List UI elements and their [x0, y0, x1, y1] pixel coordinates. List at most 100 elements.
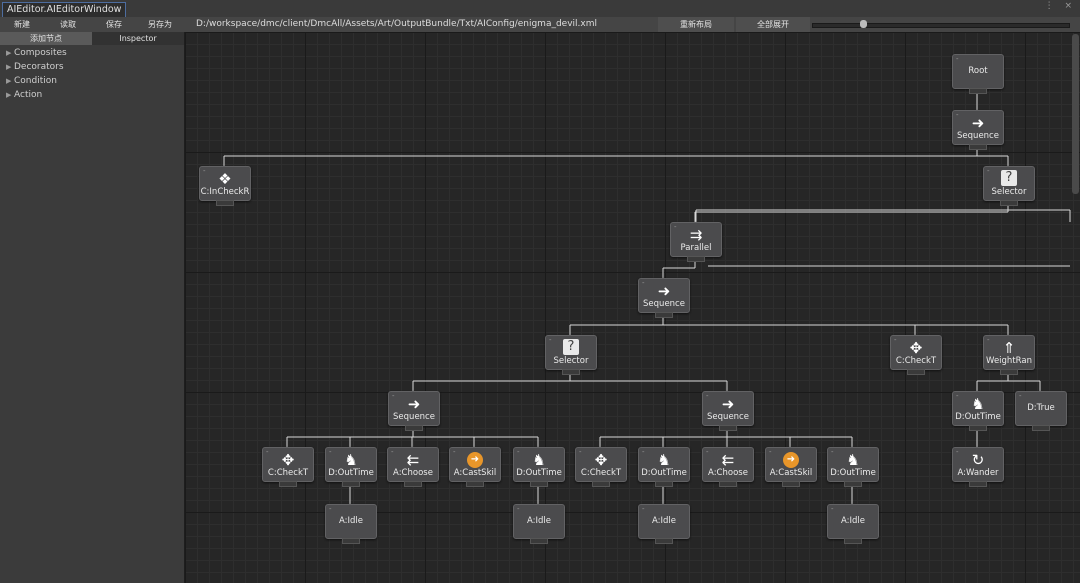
new-button[interactable]: 新建 [0, 17, 44, 32]
node-output-port[interactable] [719, 481, 737, 487]
sidebar-item-action[interactable]: ▶ Action [6, 90, 42, 100]
node-collapse-toggle[interactable]: - [706, 449, 709, 456]
node-output-port[interactable] [404, 481, 422, 487]
node-collapse-toggle[interactable]: - [329, 449, 332, 456]
node-output-port[interactable] [466, 481, 484, 487]
node-collapse-toggle[interactable]: - [1019, 393, 1022, 400]
node-output-port[interactable] [844, 538, 862, 544]
tree-node-seq1[interactable]: - ➜ Sequence [952, 110, 1004, 145]
node-output-port[interactable] [687, 256, 705, 262]
node-collapse-toggle[interactable]: - [987, 168, 990, 175]
node-collapse-toggle[interactable]: - [674, 224, 677, 231]
node-collapse-toggle[interactable]: - [769, 449, 772, 456]
node-output-port[interactable] [530, 538, 548, 544]
node-collapse-toggle[interactable]: - [392, 393, 395, 400]
node-collapse-toggle[interactable]: - [894, 337, 897, 344]
tree-node-dtrue[interactable]: - D:True [1015, 391, 1067, 426]
node-output-port[interactable] [530, 481, 548, 487]
sidebar-item-decorators[interactable]: ▶ Decorators [6, 62, 64, 72]
node-output-port[interactable] [844, 481, 862, 487]
tree-node-outtime1[interactable]: - ♞ D:OutTime [325, 447, 377, 482]
node-output-port[interactable] [969, 425, 987, 431]
node-collapse-toggle[interactable]: - [579, 449, 582, 456]
node-output-port[interactable] [562, 369, 580, 375]
sidebar-item-condition[interactable]: ▶ Condition [6, 76, 57, 86]
node-collapse-toggle[interactable]: - [706, 393, 709, 400]
node-collapse-toggle[interactable]: - [517, 506, 520, 513]
node-output-port[interactable] [592, 481, 610, 487]
sidebar-item-composites[interactable]: ▶ Composites [6, 48, 67, 58]
tree-node-wander[interactable]: - ↻ A:Wander [952, 447, 1004, 482]
node-output-port[interactable] [1032, 425, 1050, 431]
node-collapse-toggle[interactable]: - [956, 112, 959, 119]
expand-all-button[interactable]: 全部展开 [736, 17, 810, 32]
tree-node-root[interactable]: - Root [952, 54, 1004, 89]
tree-node-checkt2[interactable]: - ✥ C:CheckT [262, 447, 314, 482]
tree-node-outtime2[interactable]: - ♞ D:OutTime [513, 447, 565, 482]
save-as-button[interactable]: 另存为 [138, 17, 182, 32]
node-output-port[interactable] [405, 425, 423, 431]
node-output-port[interactable] [655, 481, 673, 487]
tree-node-seq2[interactable]: - ➜ Sequence [638, 278, 690, 313]
node-collapse-toggle[interactable]: - [956, 449, 959, 456]
window-tab[interactable]: AIEditor.AIEditorWindow [2, 2, 127, 18]
window-controls-icon[interactable]: ⋮ × [1045, 1, 1076, 11]
tab-inspector[interactable]: Inspector [92, 32, 184, 45]
node-collapse-toggle[interactable]: - [956, 56, 959, 63]
node-collapse-toggle[interactable]: - [642, 280, 645, 287]
node-output-port[interactable] [655, 312, 673, 318]
node-output-port[interactable] [655, 538, 673, 544]
node-collapse-toggle[interactable]: - [391, 449, 394, 456]
tree-node-outtime_r[interactable]: - ♞ D:OutTime [952, 391, 1004, 426]
tab-add-node[interactable]: 添加节点 [0, 32, 92, 45]
node-collapse-toggle[interactable]: - [549, 337, 552, 344]
tree-node-cast2[interactable]: - ➜ A:CastSkil [765, 447, 817, 482]
node-output-port[interactable] [1000, 369, 1018, 375]
node-collapse-toggle[interactable]: - [956, 393, 959, 400]
tree-node-par1[interactable]: - ⇉ Parallel [670, 222, 722, 257]
node-output-port[interactable] [216, 200, 234, 206]
node-collapse-toggle[interactable]: - [517, 449, 520, 456]
node-collapse-toggle[interactable]: - [987, 337, 990, 344]
node-output-port[interactable] [969, 88, 987, 94]
save-button[interactable]: 保存 [92, 17, 136, 32]
tree-node-seq4[interactable]: - ➜ Sequence [702, 391, 754, 426]
node-output-port[interactable] [342, 481, 360, 487]
tree-node-sel2[interactable]: -? Selector [545, 335, 597, 370]
tree-node-outtime3[interactable]: - ♞ D:OutTime [638, 447, 690, 482]
node-collapse-toggle[interactable]: - [831, 506, 834, 513]
tree-node-idle3[interactable]: - A:Idle [638, 504, 690, 539]
node-output-port[interactable] [1000, 200, 1018, 206]
node-output-port[interactable] [719, 425, 737, 431]
node-output-port[interactable] [279, 481, 297, 487]
node-collapse-toggle[interactable]: - [642, 506, 645, 513]
node-collapse-toggle[interactable]: - [453, 449, 456, 456]
tree-node-choose2[interactable]: - ⇇ A:Choose [702, 447, 754, 482]
node-collapse-toggle[interactable]: - [266, 449, 269, 456]
tree-node-outtime4[interactable]: - ♞ D:OutTime [827, 447, 879, 482]
node-collapse-toggle[interactable]: - [642, 449, 645, 456]
behavior-tree-canvas[interactable]: - Root - ➜ Sequence - ❖ C:InCheckR -? Selector - ⇉ P… [185, 32, 1080, 583]
tree-node-cast1[interactable]: - ➜ A:CastSkil [449, 447, 501, 482]
node-collapse-toggle[interactable]: - [329, 506, 332, 513]
node-output-port[interactable] [782, 481, 800, 487]
tree-node-choose1[interactable]: - ⇇ A:Choose [387, 447, 439, 482]
tree-node-checkr[interactable]: - ❖ C:InCheckR [199, 166, 251, 201]
node-output-port[interactable] [969, 144, 987, 150]
tree-node-idle2[interactable]: - A:Idle [513, 504, 565, 539]
load-button[interactable]: 读取 [46, 17, 90, 32]
vertical-scrollbar[interactable] [1072, 34, 1079, 194]
tree-node-checkt1[interactable]: - ✥ C:CheckT [890, 335, 942, 370]
zoom-slider-knob[interactable] [860, 20, 867, 28]
tree-node-idle1[interactable]: - A:Idle [325, 504, 377, 539]
tree-node-checkt3[interactable]: - ✥ C:CheckT [575, 447, 627, 482]
tree-node-idle4[interactable]: - A:Idle [827, 504, 879, 539]
zoom-slider[interactable] [812, 23, 1070, 28]
node-collapse-toggle[interactable]: - [203, 168, 206, 175]
relayout-button[interactable]: 重新布局 [658, 17, 734, 32]
node-output-port[interactable] [969, 481, 987, 487]
tree-node-weight[interactable]: - ⇑ WeightRan [983, 335, 1035, 370]
tree-node-sel1[interactable]: -? Selector [983, 166, 1035, 201]
node-output-port[interactable] [907, 369, 925, 375]
tree-node-seq3[interactable]: - ➜ Sequence [388, 391, 440, 426]
